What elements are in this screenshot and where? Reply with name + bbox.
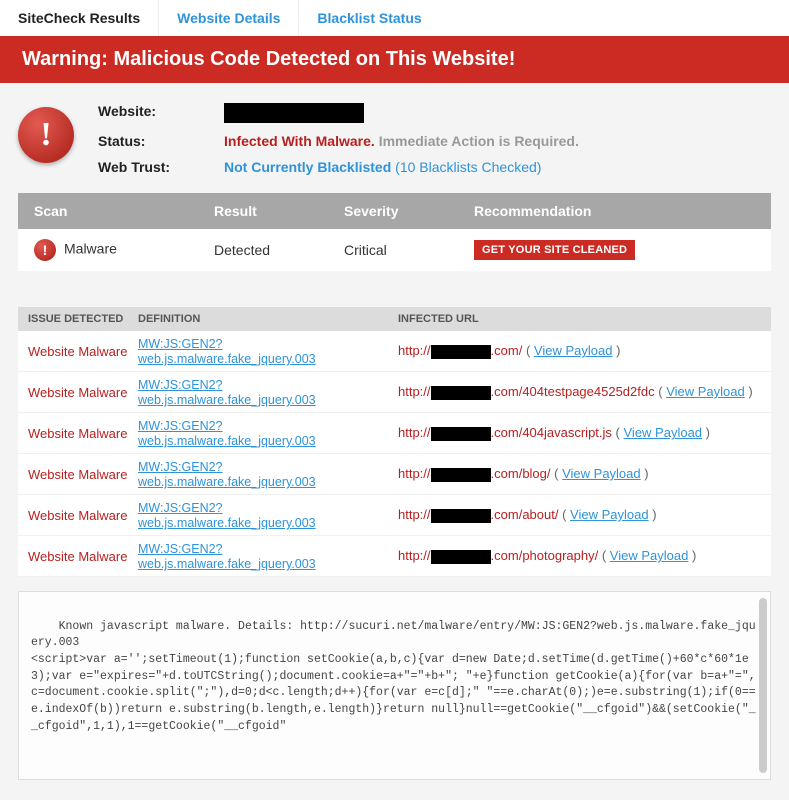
redacted-block: [431, 509, 491, 523]
alert-icon: !: [18, 107, 74, 163]
warning-banner: Warning: Malicious Code Detected on This…: [0, 36, 789, 83]
definition-link[interactable]: MW:JS:GEN2?web.js.malware.fake_jquery.00…: [138, 419, 316, 448]
col-scan: Scan: [34, 203, 214, 219]
scan-rec: GET YOUR SITE CLEANED: [474, 240, 755, 260]
alert-icon-small: !: [34, 239, 56, 261]
webtrust-label: Web Trust:: [98, 159, 208, 175]
webtrust-value: Not Currently Blacklisted (10 Blacklists…: [224, 159, 579, 175]
get-cleaned-button[interactable]: GET YOUR SITE CLEANED: [474, 240, 635, 260]
issues-row: Website MalwareMW:JS:GEN2?web.js.malware…: [18, 372, 771, 413]
scan-row: ! Malware Detected Critical GET YOUR SITE…: [18, 229, 771, 271]
col-severity: Severity: [344, 203, 474, 219]
issue-def: MW:JS:GEN2?web.js.malware.fake_jquery.00…: [138, 459, 398, 489]
issue-url: http://.com/404javascript.js ( View Payl…: [398, 425, 761, 441]
tab-blacklist[interactable]: Blacklist Status: [298, 0, 439, 36]
redacted-block: [431, 468, 491, 482]
scan-name: Malware: [64, 241, 117, 257]
issue-url: http://.com/ ( View Payload ): [398, 343, 761, 359]
tabs: SiteCheck Results Website Details Blackl…: [0, 0, 789, 36]
view-payload-link[interactable]: View Payload: [666, 384, 745, 399]
col-definition: DEFINITION: [138, 313, 398, 325]
webtrust-link[interactable]: Not Currently Blacklisted: [224, 159, 391, 175]
malware-detail-text: Known javascript malware. Details: http:…: [31, 620, 756, 733]
status-label: Status:: [98, 133, 208, 149]
scan-result: Detected: [214, 242, 344, 258]
definition-link[interactable]: MW:JS:GEN2?web.js.malware.fake_jquery.00…: [138, 501, 316, 530]
issue-type: Website Malware: [28, 344, 138, 359]
redacted-block: [431, 550, 491, 564]
status-infected: Infected With Malware.: [224, 133, 375, 149]
issues-row: Website MalwareMW:JS:GEN2?web.js.malware…: [18, 331, 771, 372]
issue-type: Website Malware: [28, 385, 138, 400]
issue-url: http://.com/404testpage4525d2fdc ( View …: [398, 384, 761, 400]
status-value: Infected With Malware. Immediate Action …: [224, 133, 579, 149]
malware-detail-box: Known javascript malware. Details: http:…: [18, 591, 771, 780]
tab-results[interactable]: SiteCheck Results: [0, 0, 158, 36]
status-action: Immediate Action is Required.: [379, 133, 579, 149]
issues-table: ISSUE DETECTED DEFINITION INFECTED URL W…: [18, 307, 771, 577]
scan-header-row: Scan Result Severity Recommendation: [18, 193, 771, 229]
content-area: ! Website: Status: Infected With Malware…: [0, 83, 789, 800]
issues-row: Website MalwareMW:JS:GEN2?web.js.malware…: [18, 495, 771, 536]
issue-url: http://.com/photography/ ( View Payload …: [398, 548, 761, 564]
issue-url: http://.com/blog/ ( View Payload ): [398, 466, 761, 482]
scan-name-cell: ! Malware: [34, 239, 214, 261]
website-label: Website:: [98, 103, 208, 123]
issue-type: Website Malware: [28, 549, 138, 564]
redacted-block: [431, 427, 491, 441]
col-rec: Recommendation: [474, 203, 755, 219]
issues-row: Website MalwareMW:JS:GEN2?web.js.malware…: [18, 413, 771, 454]
issue-type: Website Malware: [28, 426, 138, 441]
redacted-block: [431, 386, 491, 400]
definition-link[interactable]: MW:JS:GEN2?web.js.malware.fake_jquery.00…: [138, 460, 316, 489]
view-payload-link[interactable]: View Payload: [534, 343, 613, 358]
issue-type: Website Malware: [28, 467, 138, 482]
issue-def: MW:JS:GEN2?web.js.malware.fake_jquery.00…: [138, 418, 398, 448]
issue-def: MW:JS:GEN2?web.js.malware.fake_jquery.00…: [138, 500, 398, 530]
summary-block: ! Website: Status: Infected With Malware…: [18, 103, 771, 175]
view-payload-link[interactable]: View Payload: [624, 425, 703, 440]
redacted-block: [224, 103, 364, 123]
issue-url: http://.com/about/ ( View Payload ): [398, 507, 761, 523]
scrollbar[interactable]: [759, 598, 767, 773]
view-payload-link[interactable]: View Payload: [562, 466, 641, 481]
tab-details[interactable]: Website Details: [158, 0, 298, 36]
issues-row: Website MalwareMW:JS:GEN2?web.js.malware…: [18, 536, 771, 577]
issue-def: MW:JS:GEN2?web.js.malware.fake_jquery.00…: [138, 336, 398, 366]
definition-link[interactable]: MW:JS:GEN2?web.js.malware.fake_jquery.00…: [138, 378, 316, 407]
col-result: Result: [214, 203, 344, 219]
issue-def: MW:JS:GEN2?web.js.malware.fake_jquery.00…: [138, 541, 398, 571]
col-issue: ISSUE DETECTED: [28, 313, 138, 325]
issues-row: Website MalwareMW:JS:GEN2?web.js.malware…: [18, 454, 771, 495]
scan-severity: Critical: [344, 242, 474, 258]
scan-table: Scan Result Severity Recommendation ! Mal…: [18, 193, 771, 271]
issue-type: Website Malware: [28, 508, 138, 523]
view-payload-link[interactable]: View Payload: [610, 548, 689, 563]
definition-link[interactable]: MW:JS:GEN2?web.js.malware.fake_jquery.00…: [138, 542, 316, 571]
webtrust-note: (10 Blacklists Checked): [395, 159, 541, 175]
redacted-block: [431, 345, 491, 359]
col-url: INFECTED URL: [398, 313, 761, 325]
issues-header-row: ISSUE DETECTED DEFINITION INFECTED URL: [18, 307, 771, 331]
definition-link[interactable]: MW:JS:GEN2?web.js.malware.fake_jquery.00…: [138, 337, 316, 366]
issue-def: MW:JS:GEN2?web.js.malware.fake_jquery.00…: [138, 377, 398, 407]
view-payload-link[interactable]: View Payload: [570, 507, 649, 522]
website-value: [224, 103, 579, 123]
